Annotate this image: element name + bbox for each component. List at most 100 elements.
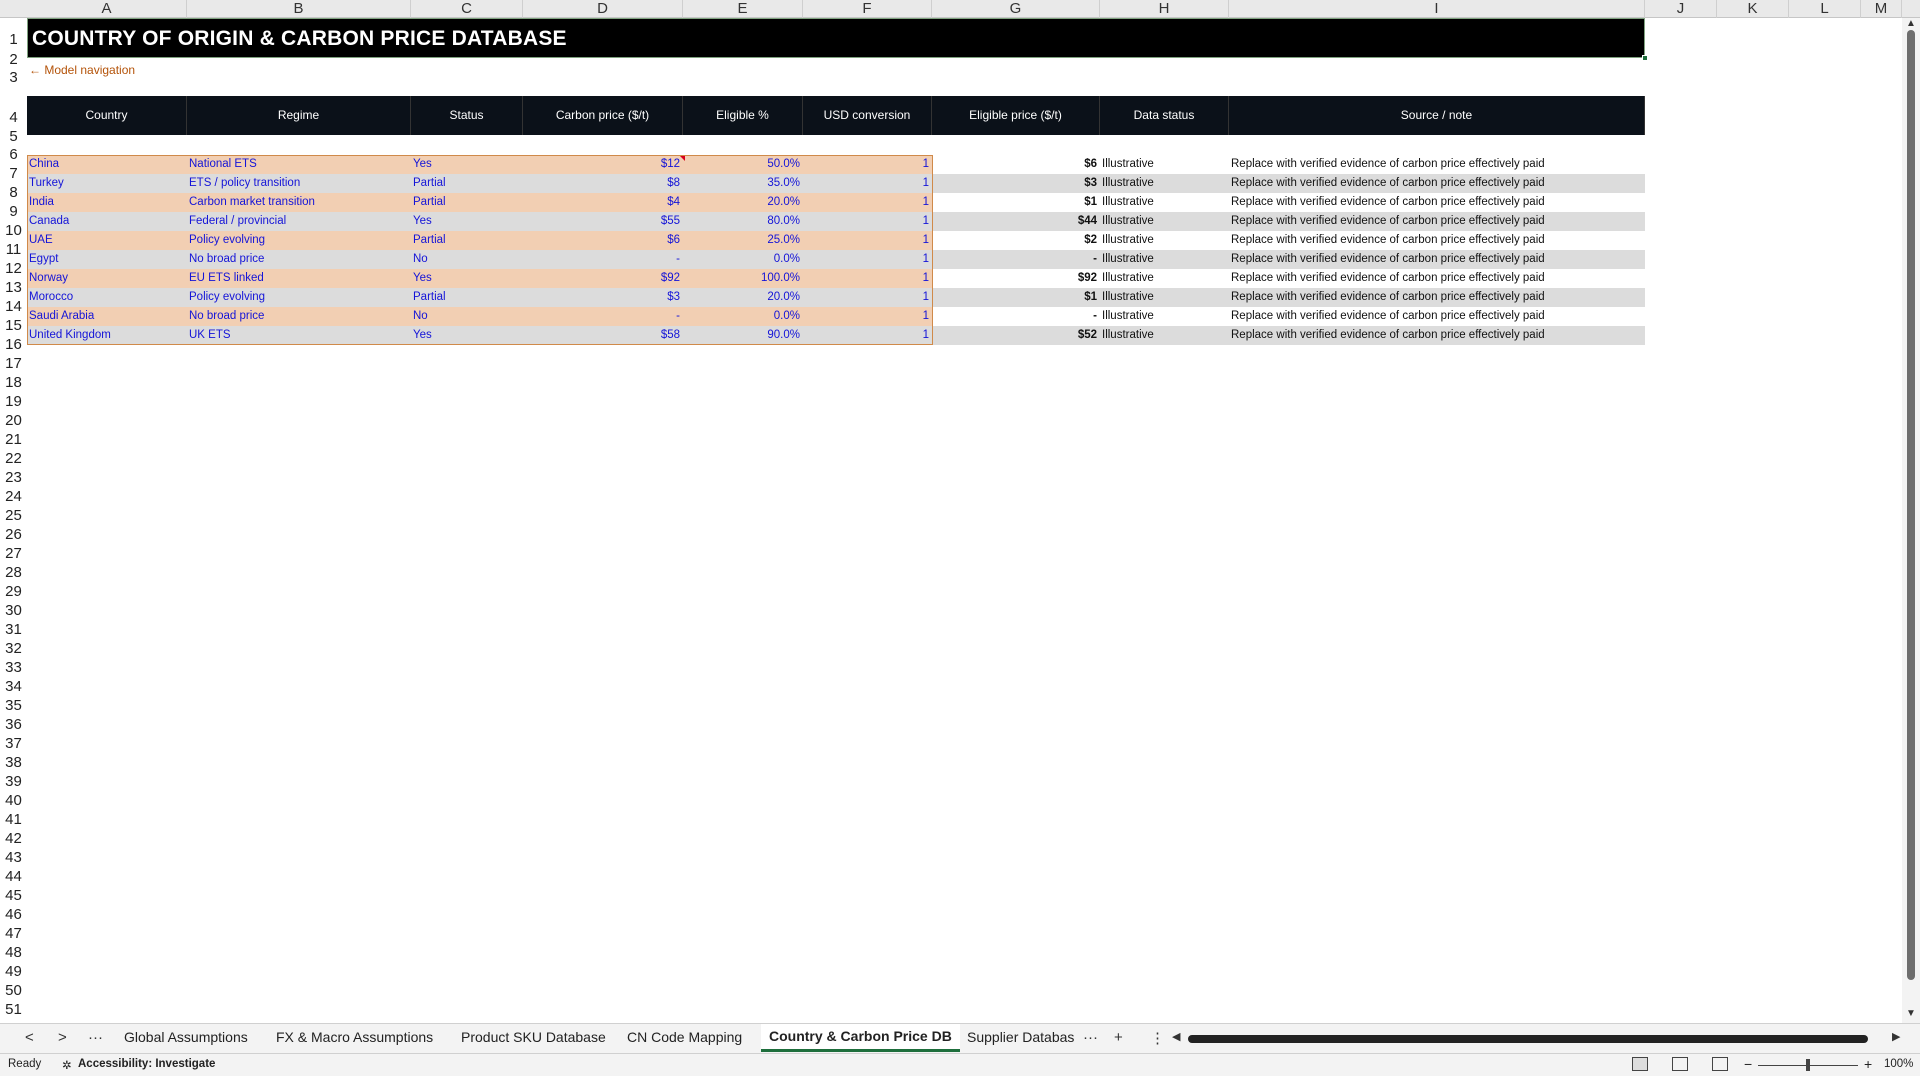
sheet-options-icon[interactable]: ⋮ [1150,1029,1165,1047]
tab-more-icon[interactable]: ··· [88,1029,103,1046]
cell-usd[interactable]: 1 [803,269,932,288]
cell-usd[interactable]: 1 [803,174,932,193]
row-header[interactable]: 45 [0,887,27,904]
row-header[interactable]: 16 [0,336,27,353]
column-header[interactable]: H [1100,0,1229,18]
cell-regime[interactable]: ETS / policy transition [187,174,411,193]
column-header[interactable]: E [683,0,803,18]
column-header[interactable]: G [932,0,1100,18]
cell-dstatus[interactable]: Illustrative [1100,326,1229,345]
row-header[interactable]: 50 [0,982,27,999]
cell-usd[interactable]: 1 [803,193,932,212]
cell-eligible[interactable]: 25.0% [683,231,803,250]
row-header[interactable]: 6 [0,146,27,163]
accessibility-status[interactable]: Accessibility: Investigate [78,1058,215,1070]
model-navigation-link[interactable]: ← Model navigation [29,63,135,77]
sheet-tab[interactable]: Product SKU Database [461,1029,606,1045]
page-break-view-icon[interactable] [1712,1057,1728,1071]
cell-note[interactable]: Replace with verified evidence of carbon… [1229,212,1645,231]
cell-country[interactable]: Norway [27,269,187,288]
tab-prev-icon[interactable]: < [25,1029,34,1046]
sheet-tab[interactable]: CN Code Mapping [627,1029,742,1045]
row-header[interactable]: 40 [0,792,27,809]
row-header[interactable]: 34 [0,678,27,695]
tab-more-right-icon[interactable]: ··· [1083,1029,1098,1046]
row-header[interactable]: 17 [0,355,27,372]
worksheet-grid[interactable]: COUNTRY OF ORIGIN & CARBON PRICE DATABAS… [27,18,1902,1023]
cell-status[interactable]: Yes [411,269,523,288]
row-header[interactable]: 35 [0,697,27,714]
row-header[interactable]: 7 [0,165,27,182]
row-header[interactable]: 1 [0,31,27,48]
row-header[interactable]: 9 [0,203,27,220]
cell-usd[interactable]: 1 [803,212,932,231]
row-header[interactable]: 33 [0,659,27,676]
table-header-cell[interactable]: Carbon price ($/t) [523,96,683,135]
cell-price[interactable]: $12 [523,155,683,174]
cell-note[interactable]: Replace with verified evidence of carbon… [1229,155,1645,174]
cell-note[interactable]: Replace with verified evidence of carbon… [1229,288,1645,307]
zoom-out-icon[interactable]: − [1744,1056,1752,1072]
column-header[interactable]: F [803,0,932,18]
row-header[interactable]: 3 [0,69,27,86]
cell-status[interactable]: Partial [411,231,523,250]
horizontal-scroll-thumb[interactable] [1188,1035,1868,1043]
row-header[interactable]: 44 [0,868,27,885]
row-header[interactable]: 28 [0,564,27,581]
cell-usd[interactable]: 1 [803,250,932,269]
cell-regime[interactable]: No broad price [187,250,411,269]
cell-eligible[interactable]: 20.0% [683,288,803,307]
cell-eprice[interactable]: $44 [932,212,1100,231]
row-header[interactable]: 22 [0,450,27,467]
row-header[interactable]: 2 [0,51,27,68]
column-header[interactable]: I [1229,0,1645,18]
cell-dstatus[interactable]: Illustrative [1100,288,1229,307]
column-header[interactable]: K [1717,0,1789,18]
zoom-level[interactable]: 100% [1884,1058,1913,1070]
cell-country[interactable]: India [27,193,187,212]
cell-eligible[interactable]: 80.0% [683,212,803,231]
cell-price[interactable]: $6 [523,231,683,250]
cell-status[interactable]: No [411,250,523,269]
row-header[interactable]: 25 [0,507,27,524]
row-header[interactable]: 26 [0,526,27,543]
row-header[interactable]: 14 [0,298,27,315]
cell-regime[interactable]: EU ETS linked [187,269,411,288]
cell-eprice[interactable]: - [932,307,1100,326]
row-header[interactable]: 38 [0,754,27,771]
cell-eprice[interactable]: $1 [932,193,1100,212]
row-header[interactable]: 29 [0,583,27,600]
row-header[interactable]: 15 [0,317,27,334]
cell-country[interactable]: UAE [27,231,187,250]
cell-dstatus[interactable]: Illustrative [1100,250,1229,269]
table-header-cell[interactable]: Status [411,96,523,135]
row-header[interactable]: 21 [0,431,27,448]
column-header[interactable]: M [1861,0,1902,18]
cell-dstatus[interactable]: Illustrative [1100,231,1229,250]
cell-price[interactable]: $92 [523,269,683,288]
cell-eprice[interactable]: - [932,250,1100,269]
cell-status[interactable]: Yes [411,326,523,345]
cell-eligible[interactable]: 0.0% [683,250,803,269]
row-header[interactable]: 23 [0,469,27,486]
sheet-tab[interactable]: Country & Carbon Price DB [761,1024,960,1052]
row-header[interactable]: 51 [0,1001,27,1018]
cell-usd[interactable]: 1 [803,155,932,174]
cell-dstatus[interactable]: Illustrative [1100,174,1229,193]
cell-status[interactable]: No [411,307,523,326]
cell-regime[interactable]: No broad price [187,307,411,326]
row-header[interactable]: 48 [0,944,27,961]
table-header-cell[interactable]: Regime [187,96,411,135]
cell-eprice[interactable]: $92 [932,269,1100,288]
row-header[interactable]: 49 [0,963,27,980]
row-header[interactable]: 18 [0,374,27,391]
row-header[interactable]: 30 [0,602,27,619]
sheet-tab[interactable]: FX & Macro Assumptions [276,1029,433,1045]
cell-dstatus[interactable]: Illustrative [1100,269,1229,288]
column-header[interactable]: C [411,0,523,18]
cell-eligible[interactable]: 0.0% [683,307,803,326]
row-header[interactable]: 8 [0,184,27,201]
vertical-scrollbar[interactable]: ▲ ▼ [1902,18,1920,1023]
cell-status[interactable]: Yes [411,155,523,174]
cell-eprice[interactable]: $3 [932,174,1100,193]
